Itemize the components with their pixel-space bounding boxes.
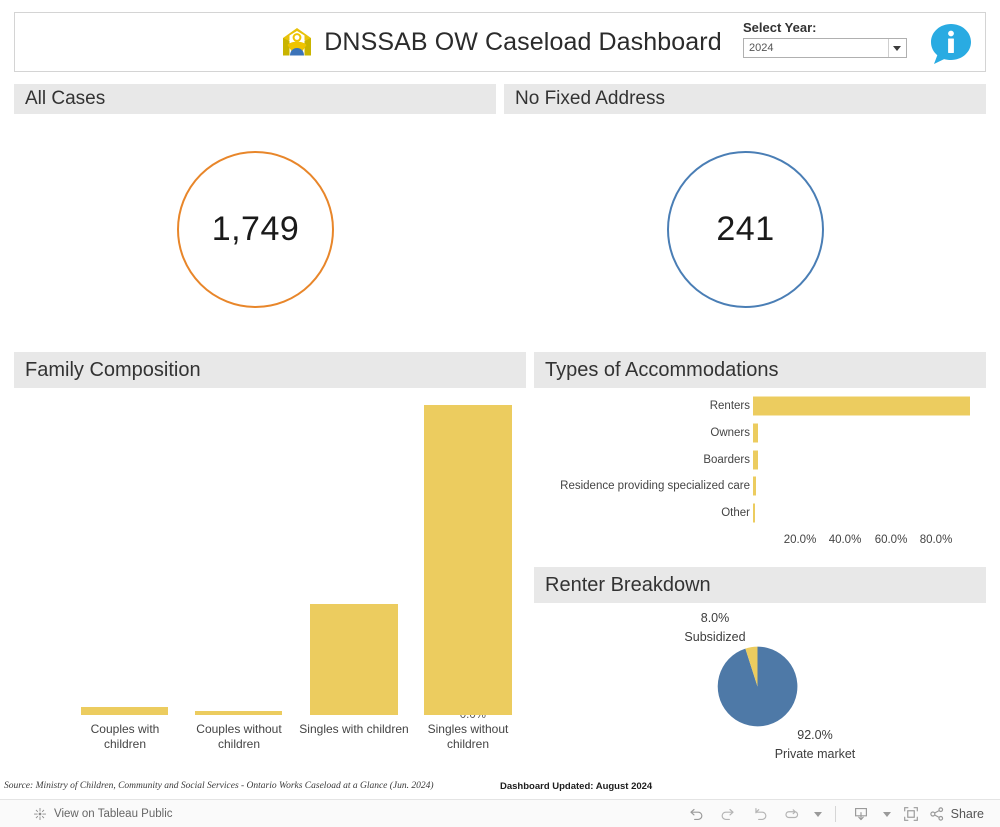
- toolbar-actions: Share: [681, 800, 986, 827]
- chevron-down-icon[interactable]: [888, 39, 904, 57]
- fullscreen-button[interactable]: [896, 801, 926, 827]
- kpi-value-no-fixed-address: 241: [716, 210, 775, 248]
- panel-header-renter-breakdown: Renter Breakdown: [534, 567, 986, 603]
- panel-title-family-composition: Family Composition: [25, 358, 201, 381]
- pie-label-private-market-value: 92.0%: [797, 728, 833, 742]
- bar-singles-with-children[interactable]: [310, 604, 398, 715]
- bar-label-specialized-care: Residence providing specialized care: [560, 480, 750, 492]
- info-button[interactable]: [929, 22, 973, 66]
- bar-label-owners: Owners: [710, 427, 750, 439]
- refresh-dropdown-button[interactable]: [809, 801, 825, 827]
- dashboard-title-bar: DNSSAB OW Caseload Dashboard Select Year…: [14, 12, 986, 72]
- view-on-tableau-public-link[interactable]: View on Tableau Public: [33, 807, 173, 821]
- pie-chart[interactable]: [716, 645, 799, 728]
- x-axis-category-label: Couples with children: [90, 722, 160, 751]
- bar-singles-without-children[interactable]: [424, 405, 512, 715]
- chevron-down-icon: [813, 811, 822, 817]
- bar-label-boarders: Boarders: [703, 454, 750, 466]
- source-note: Source: Ministry of Children, Community …: [4, 781, 434, 791]
- undo-icon: [690, 808, 703, 820]
- fullscreen-icon: [903, 807, 918, 821]
- info-speech-bubble-icon: [931, 24, 971, 64]
- panel-title-renter-breakdown: Renter Breakdown: [545, 573, 711, 596]
- view-on-tableau-public-label: View on Tableau Public: [54, 807, 173, 820]
- x-axis-category-label: Singles without children: [427, 722, 509, 751]
- x-axis-tick: 20.0%: [783, 534, 817, 546]
- bar-label-other: Other: [721, 507, 750, 519]
- bar-renters[interactable]: [753, 396, 970, 416]
- year-select-value: 2024: [749, 42, 774, 54]
- panel-title-all-cases: All Cases: [25, 88, 106, 109]
- redo-button[interactable]: [713, 801, 743, 827]
- x-axis-tick: 40.0%: [828, 534, 862, 546]
- bar-owners[interactable]: [753, 423, 758, 443]
- bar-couples-with-children[interactable]: [81, 707, 168, 715]
- toolbar-divider: [834, 806, 836, 822]
- redo-icon: [721, 808, 734, 820]
- panel-header-types-of-accommodations: Types of Accommodations: [534, 352, 986, 388]
- bar-boarders[interactable]: [753, 450, 758, 470]
- pie-slice-private-market: [717, 646, 798, 727]
- refresh-icon: [785, 809, 798, 819]
- kpi-value-all-cases: 1,749: [211, 210, 300, 248]
- page-title: DNSSAB OW Caseload Dashboard: [324, 27, 722, 56]
- x-axis-tick: 80.0%: [919, 534, 953, 546]
- pie-label-subsidized-name: Subsidized: [684, 630, 746, 644]
- pie-label-private-market-name: Private market: [774, 747, 856, 761]
- x-axis-category-label: Singles with children: [299, 722, 409, 736]
- panel-header-family-composition: Family Composition: [14, 352, 526, 388]
- tableau-logo-icon: [34, 807, 46, 820]
- revert-button[interactable]: [745, 801, 775, 827]
- pie-label-subsidized-value: 8.0%: [700, 611, 730, 625]
- share-button[interactable]: Share: [928, 805, 986, 823]
- x-axis-tick: 60.0%: [874, 534, 908, 546]
- panel-header-all-cases: All Cases: [14, 84, 496, 114]
- bar-label-renters: Renters: [709, 400, 750, 412]
- x-axis-category-label: Couples without children: [196, 722, 282, 751]
- dnssab-house-logo-icon: [280, 25, 314, 59]
- bar-specialized-care[interactable]: [753, 476, 756, 496]
- kpi-no-fixed-address: 241: [667, 151, 824, 308]
- refresh-button[interactable]: [777, 801, 807, 827]
- download-dropdown-button[interactable]: [878, 801, 894, 827]
- tableau-toolbar: View on Tableau Public Share: [0, 799, 1000, 827]
- chevron-down-icon: [882, 811, 891, 817]
- panel-title-types-of-accommodations: Types of Accommodations: [545, 358, 779, 381]
- download-icon: [854, 808, 867, 821]
- download-button[interactable]: [846, 801, 876, 827]
- panel-title-no-fixed-address: No Fixed Address: [515, 88, 665, 109]
- revert-icon: [755, 808, 767, 820]
- year-filter: Select Year: 2024: [743, 21, 907, 58]
- panel-header-no-fixed-address: No Fixed Address: [504, 84, 986, 114]
- bar-other[interactable]: [753, 503, 755, 523]
- undo-button[interactable]: [681, 801, 711, 827]
- kpi-all-cases: 1,749: [177, 151, 334, 308]
- bar-couples-without-children[interactable]: [195, 711, 282, 715]
- share-label: Share: [950, 807, 984, 821]
- dashboard-root: DNSSAB OW Caseload Dashboard Select Year…: [0, 0, 1000, 827]
- updated-note: Dashboard Updated: August 2024: [500, 781, 653, 792]
- year-filter-label: Select Year:: [743, 20, 817, 35]
- share-icon: [929, 807, 943, 821]
- year-select[interactable]: 2024: [743, 38, 907, 58]
